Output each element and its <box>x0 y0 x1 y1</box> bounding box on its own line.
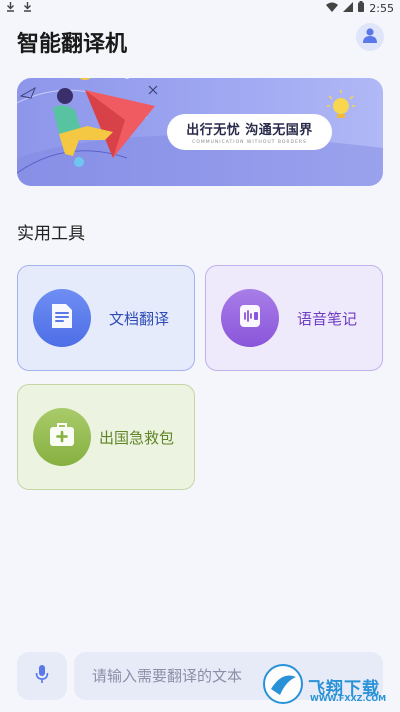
user-icon <box>362 27 378 47</box>
site-watermark: 飞翔下载 WWW.FXXZ.COM <box>262 660 400 712</box>
first-aid-kit-label: 出国急救包 <box>99 428 175 447</box>
watermark-logo-icon <box>262 663 304 709</box>
voice-note-label: 语音笔记 <box>297 309 358 328</box>
first-aid-kit-icon <box>47 421 77 453</box>
document-icon <box>49 302 75 334</box>
banner-slogan: 出行无忧 沟通无国界 <box>186 123 313 138</box>
voice-note-icon-circle <box>221 289 279 347</box>
microphone-button[interactable] <box>17 652 67 700</box>
banner-subtitle: COMMUNICATION WITHOUT BORDERS <box>192 140 307 145</box>
page-title: 智能翻译机 <box>17 32 128 57</box>
document-translate-card[interactable]: 文档翻译 <box>17 265 195 371</box>
voice-note-card[interactable]: 语音笔记 <box>205 265 383 371</box>
document-icon-circle <box>33 289 91 347</box>
avatar[interactable] <box>356 23 384 51</box>
clock-time: 2:55 <box>369 1 394 15</box>
download-icon <box>6 1 15 15</box>
signal-icon <box>343 1 354 15</box>
status-bar: 2:55 <box>0 0 400 16</box>
microphone-icon <box>35 664 49 688</box>
wifi-icon <box>326 2 339 15</box>
first-aid-kit-card[interactable]: 出国急救包 <box>17 384 195 490</box>
battery-icon <box>358 1 365 15</box>
document-translate-label: 文档翻译 <box>109 309 170 328</box>
tools-section-title: 实用工具 <box>17 224 85 244</box>
voice-note-icon <box>236 302 264 334</box>
promo-banner[interactable]: 出行无忧 沟通无国界 COMMUNICATION WITHOUT BORDERS <box>17 78 383 186</box>
first-aid-kit-icon-circle <box>33 408 91 466</box>
slogan-bubble: 出行无忧 沟通无国界 COMMUNICATION WITHOUT BORDERS <box>167 114 332 150</box>
watermark-url: WWW.FXXZ.COM <box>310 694 387 703</box>
download-icon <box>23 1 32 15</box>
